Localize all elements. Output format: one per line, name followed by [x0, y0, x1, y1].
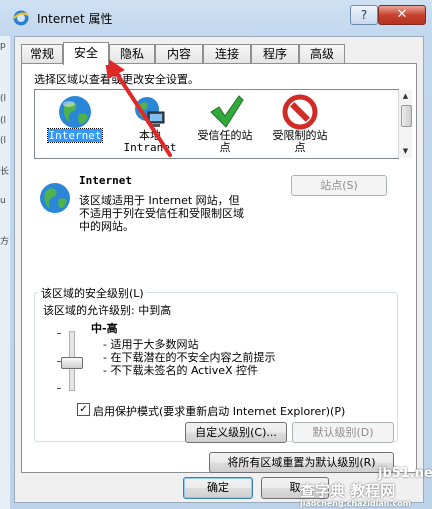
custom-level-button[interactable]: 自定义级别(C)... [185, 422, 287, 443]
strip-char: p [0, 41, 6, 51]
tab-general[interactable]: 常规 [21, 44, 63, 64]
zone-restricted-label-2: 点 [294, 141, 306, 154]
dialog-client-area: 常规 安全 隐私 内容 连接 程序 高级 选择区域以查看或更改安全设置。 Int… [14, 36, 424, 503]
tab-security[interactable]: 安全 [63, 42, 109, 65]
scroll-down-arrow-icon[interactable]: ▼ [399, 145, 412, 158]
intranet-icon [135, 97, 165, 127]
red-no-icon [282, 94, 318, 130]
level-item-3: - 不下载未签名的 ActiveX 控件 [103, 364, 259, 377]
globe-icon [59, 96, 91, 128]
zone-title: Internet [79, 174, 132, 187]
internet-explorer-icon [13, 10, 29, 26]
ok-button[interactable]: 确定 [183, 477, 253, 499]
tab-connections[interactable]: 连接 [203, 44, 251, 64]
slider-tick [57, 388, 61, 389]
level-name: 中-高 [91, 322, 118, 335]
watermark-site: jb51.net [378, 466, 432, 481]
zone-list: Internet 本地 Intranet 受信任的站 点 受限制的站 点 ▲ ▼ [34, 89, 412, 159]
scroll-up-arrow-icon[interactable]: ▲ [399, 90, 412, 103]
strip-char: (l [0, 136, 7, 146]
tab-advanced[interactable]: 高级 [299, 44, 345, 64]
security-level-slider-thumb[interactable] [61, 357, 83, 369]
title-bar[interactable]: Internet 属性 ? ✕ [0, 0, 432, 36]
zone-trusted-sites[interactable]: 受信任的站 点 [185, 92, 265, 156]
zone-desc-line-3: 中的网站。 [79, 220, 134, 233]
watermark-url: jiaocheng.chazidian.com [300, 499, 412, 508]
green-check-icon [210, 95, 244, 128]
zone-internet[interactable]: Internet [35, 92, 115, 156]
dialog-window: Internet 属性 ? ✕ p (l (l (l 长 u 方 常规 安全 隐… [0, 0, 432, 509]
background-window-strip: p (l (l (l 长 u 方 [0, 36, 10, 509]
reset-all-zones-button[interactable]: 将所有区域重置为默认级别(R) [209, 452, 394, 473]
security-level-group-title: 该区域的安全级别(L) [39, 285, 146, 301]
help-button[interactable]: ? [350, 5, 378, 25]
zone-intranet-label-2: Intranet [123, 141, 177, 154]
protected-mode-checkbox[interactable]: ✓ [77, 403, 90, 416]
strip-char: u [0, 196, 6, 206]
security-level-group: 该区域的安全级别(L) 该区域的允许级别: 中到高 中-高 - 适用于大多数网站… [34, 285, 398, 442]
tab-content[interactable]: 内容 [155, 44, 203, 64]
zone-trusted-label-2: 点 [219, 141, 231, 154]
zone-globe-large-icon [40, 183, 70, 213]
sites-button[interactable]: 站点(S) [291, 175, 387, 196]
protected-mode-label[interactable]: 启用保护模式(要求重新启动 Internet Explorer)(P) [93, 403, 345, 419]
close-button[interactable]: ✕ [378, 5, 426, 25]
tab-privacy[interactable]: 隐私 [109, 44, 155, 64]
allowed-levels-text: 该区域的允许级别: 中到高 [43, 304, 172, 317]
strip-char: 方 [0, 237, 10, 247]
slider-tick [57, 333, 61, 334]
watermark-brand: 查字典 教程网 [300, 482, 396, 500]
strip-char: 长 [0, 167, 10, 177]
zone-restricted-sites[interactable]: 受限制的站 点 [260, 92, 340, 156]
window-title: Internet 属性 [37, 12, 113, 26]
zone-list-scrollbar[interactable]: ▲ ▼ [398, 90, 412, 158]
strip-char: (l [0, 116, 7, 126]
zone-instruction: 选择区域以查看或更改安全设置。 [34, 73, 199, 86]
default-level-button[interactable]: 默认级别(D) [292, 422, 394, 443]
strip-char: (l [0, 94, 7, 104]
scroll-thumb[interactable] [401, 105, 412, 127]
security-tab-panel: 选择区域以查看或更改安全设置。 Internet 本地 Intranet 受信任… [21, 63, 417, 473]
zone-internet-label: Internet [46, 128, 104, 143]
zone-local-intranet[interactable]: 本地 Intranet [110, 92, 190, 156]
tab-programs[interactable]: 程序 [251, 44, 299, 64]
